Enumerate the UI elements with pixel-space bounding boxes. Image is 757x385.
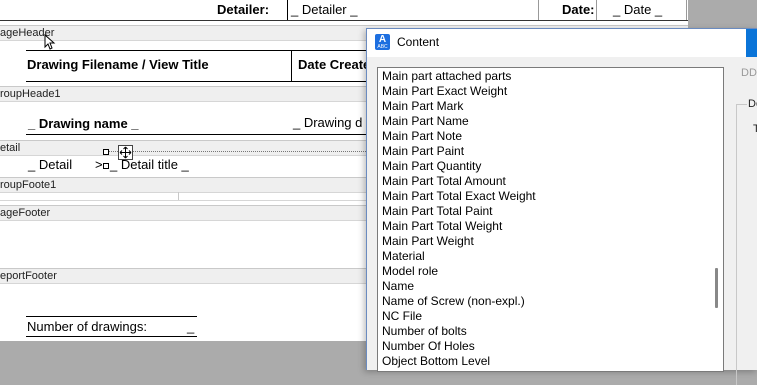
list-item[interactable]: Model role [382,264,438,279]
detail-field[interactable]: _ Detail [28,157,72,172]
divider [287,0,288,20]
date-value[interactable]: _ Date _ [613,2,662,17]
resize-handle[interactable] [103,163,109,169]
drawing-date-field[interactable]: _ Drawing d [293,115,362,130]
band-label: roupHeade1 [0,88,61,100]
divider [0,200,366,201]
list-item[interactable]: Main part attached parts [382,69,511,84]
list-item[interactable]: Main Part Total Paint [382,204,493,219]
list-item[interactable]: Main Part Total Weight [382,219,502,234]
dialog-title-bar[interactable]: A ABC Content [367,29,757,57]
divider [291,50,292,82]
scrollbar-thumb[interactable] [715,268,718,308]
divider [0,20,688,21]
content-dialog[interactable]: A ABC Content Main part attached parts Mai… [366,28,757,385]
list-item[interactable]: Main Part Exact Weight [382,84,507,99]
column-header-drawing-filename[interactable]: Drawing Filename / View Title [27,57,209,72]
app-icon: A ABC [375,34,390,50]
divider [178,192,179,200]
number-of-drawings-label: Number of drawings: [27,319,147,334]
list-item[interactable]: Object Bottom Level [382,354,490,369]
divider [596,0,597,20]
list-item[interactable]: Main Part Name [382,114,469,129]
divider [26,336,197,337]
divider [26,134,366,135]
content-list[interactable]: Main part attached parts Main Part Exact … [377,67,724,372]
list-item[interactable]: Main Part Note [382,129,462,144]
list-item[interactable]: Main Part Total Exact Weight [382,189,536,204]
resize-handle[interactable] [103,149,109,155]
date-label: Date: [562,2,595,17]
title-accent [746,29,757,57]
band-label: ageFooter [0,207,51,219]
band-label: etail [0,142,21,154]
list-item[interactable]: Number of bolts [382,324,467,339]
list-item[interactable]: NC File [382,309,422,324]
divider [26,81,366,82]
cursor-icon [44,34,56,50]
list-item[interactable]: Material [382,249,425,264]
detailer-label: Detailer: [217,2,270,17]
selection-frame [106,151,366,170]
band-label: eportFooter [0,270,57,282]
divider [26,50,366,51]
column-header-date-created[interactable]: Date Create [298,57,370,72]
list-item[interactable]: Main Part Quantity [382,159,481,174]
band-label: roupFoote1 [0,179,57,191]
side-group-label: De [747,98,757,110]
number-of-drawings-value[interactable]: _ [187,319,194,334]
divider [538,0,539,20]
list-item[interactable]: Name of Screw (non-expl.) [382,294,525,309]
side-field-label: DD [741,67,757,79]
move-icon[interactable] [118,145,133,160]
divider [686,0,687,20]
side-group-box [736,104,757,385]
side-field-label: T [753,123,757,135]
drawing-name-field[interactable]: _ Drawing name _ [28,116,139,131]
list-item[interactable]: Number Of Holes [382,339,475,354]
list-item[interactable]: Main Part Total Amount [382,174,506,189]
detailer-value[interactable]: _ Detailer _ [291,2,357,17]
list-item[interactable]: Main Part Mark [382,99,463,114]
list-item[interactable]: Main Part Paint [382,144,464,159]
divider [26,316,197,317]
dialog-title: Content [397,35,440,49]
list-item[interactable]: Name [382,279,414,294]
detail-arrow: > [95,157,103,172]
list-item[interactable]: Main Part Weight [382,234,474,249]
